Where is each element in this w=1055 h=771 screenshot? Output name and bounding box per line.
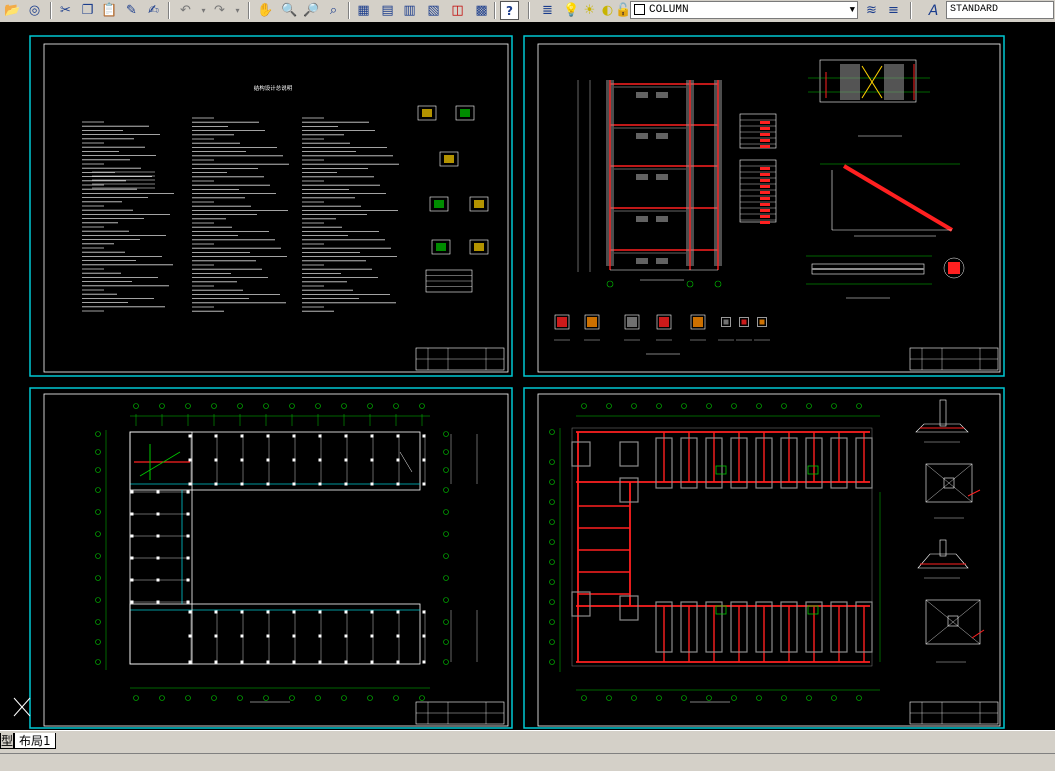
- beam-schedule: [739, 113, 777, 224]
- toolbar-separator: [528, 2, 530, 19]
- stair-plan-detail: [808, 59, 930, 137]
- paper-space-canvas: 结构设计总说明: [13, 35, 1005, 729]
- redo-dropdown-icon[interactable]: ▾: [228, 1, 247, 20]
- toolbar-separator: [168, 2, 170, 19]
- help-icon[interactable]: ?: [500, 1, 519, 20]
- layer-manager-icon[interactable]: ≣: [538, 1, 557, 20]
- title-block: [415, 347, 505, 371]
- divider: [0, 753, 1055, 754]
- zoom-realtime-icon[interactable]: 🔍: [280, 1, 299, 20]
- layer-name: COLUMN: [649, 4, 689, 16]
- cut-icon[interactable]: ✂: [56, 1, 75, 20]
- chevron-down-icon: ▼: [849, 5, 855, 15]
- tool-palettes-icon[interactable]: ▥: [400, 1, 419, 20]
- frame-elevation: [577, 80, 722, 288]
- layer-on-icon[interactable]: 💡: [562, 1, 581, 20]
- tab-layout1[interactable]: 布局1: [14, 733, 56, 749]
- text-style-dropdown[interactable]: STANDARD: [946, 1, 1054, 19]
- markup-icon[interactable]: ◫: [448, 1, 467, 20]
- landing-beam-detail: [806, 255, 965, 299]
- zoom-previous-icon[interactable]: ⌕: [324, 1, 343, 20]
- viewport-general-notes[interactable]: 结构设计总说明: [29, 35, 513, 377]
- text-style-name: STANDARD: [950, 4, 999, 15]
- redo-icon[interactable]: ↷: [210, 1, 229, 20]
- layer-freeze-icon[interactable]: ☀: [580, 1, 599, 20]
- toolbar-separator: [348, 2, 350, 19]
- standard-toolbar: 📂 ◎ ✂ ❐ 📋 ✎ ✍ ↶ ▾ ↷ ▾ ✋ 🔍 🔎 ⌕ ▦ ▤ ▥ ▧ ◫ …: [0, 0, 1055, 23]
- paste-icon[interactable]: 📋: [100, 1, 119, 20]
- make-layer-current-icon[interactable]: ≋: [862, 1, 881, 20]
- layer-color-swatch: [634, 3, 645, 15]
- tab-layout1-label: 布局1: [19, 734, 51, 748]
- title-block: [909, 701, 999, 725]
- notes-text-block: [82, 105, 489, 312]
- viewport-foundation-plan[interactable]: [523, 387, 1005, 729]
- layer-dropdown[interactable]: COLUMN ▼: [630, 1, 858, 19]
- viewport-floor-plan[interactable]: [29, 387, 513, 729]
- title-block: [415, 701, 505, 725]
- toolbar-separator: [50, 2, 52, 19]
- match-properties-icon[interactable]: ✍: [144, 1, 163, 20]
- layout-tab-bar: 型 布局1: [0, 730, 1055, 771]
- tab-model-label: 型: [1, 734, 14, 748]
- drawing-area[interactable]: 结构设计总说明: [0, 22, 1055, 730]
- toolbar-separator: [910, 2, 912, 19]
- sheet-border: [537, 393, 1001, 727]
- text-style-icon[interactable]: A: [924, 1, 943, 20]
- pan-icon[interactable]: ✋: [256, 1, 275, 20]
- sheet-set-icon[interactable]: ▧: [424, 1, 443, 20]
- properties-icon[interactable]: ▦: [354, 1, 373, 20]
- column-section-details: [554, 314, 770, 355]
- open-icon[interactable]: 📂: [3, 1, 22, 20]
- toolbar-separator: [248, 2, 250, 19]
- design-center-icon[interactable]: ▤: [378, 1, 397, 20]
- foundation-plan: [549, 403, 881, 703]
- viewport-border: [29, 387, 513, 729]
- sheet-border: [43, 393, 509, 727]
- viewport-stair-details[interactable]: [523, 35, 1005, 377]
- publish-icon[interactable]: ◎: [25, 1, 44, 20]
- toolbar-separator: [494, 2, 496, 19]
- copy-icon[interactable]: ❐: [78, 1, 97, 20]
- undo-icon[interactable]: ↶: [176, 1, 195, 20]
- layer-previous-icon[interactable]: ≡: [884, 1, 903, 20]
- footing-details: [915, 399, 985, 663]
- stair-section-detail: [820, 163, 960, 237]
- tab-model[interactable]: 型: [0, 733, 14, 749]
- title-block: [909, 347, 999, 371]
- calculator-icon[interactable]: ▩: [472, 1, 491, 20]
- sheet-title: 结构设计总说明: [254, 84, 293, 92]
- brush-icon[interactable]: ✎: [122, 1, 141, 20]
- floor-framing-plan: [95, 403, 478, 703]
- zoom-window-icon[interactable]: 🔎: [302, 1, 321, 20]
- ucs-icon: [13, 697, 31, 717]
